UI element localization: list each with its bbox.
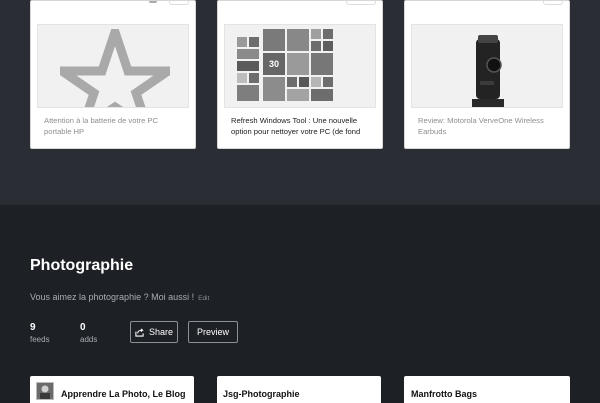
photographer-image — [37, 383, 53, 399]
article-title[interactable]: Refresh Windows Tool : Une nouvelle opti… — [231, 116, 371, 137]
article-card[interactable]: Attention à la batterie de votre PC port… — [30, 0, 196, 149]
feed-avatar — [36, 382, 54, 400]
preview-label: Preview — [196, 327, 229, 337]
share-icon — [135, 327, 144, 337]
earbud-image — [472, 35, 504, 107]
preview-button[interactable]: Preview — [188, 321, 238, 343]
feed-title[interactable]: Manfrotto Bags — [411, 389, 477, 399]
calendar-tile: 30 — [263, 53, 285, 75]
star-icon — [60, 29, 170, 107]
edit-link[interactable]: Edit — [198, 295, 209, 302]
feeds-count: 9 feeds — [30, 322, 50, 344]
adds-count: 0 adds — [80, 322, 97, 344]
adds-count-value: 0 — [80, 322, 86, 333]
category-description-text: Vous aimez la photographie ? Moi aussi ! — [30, 292, 195, 302]
articles-section: Attention à la batterie de votre PC port… — [0, 0, 600, 205]
article-title[interactable]: Attention à la batterie de votre PC port… — [44, 116, 184, 137]
category-description: Vous aimez la photographie ? Moi aussi !… — [30, 292, 209, 302]
share-button[interactable]: Share — [130, 321, 178, 343]
article-thumbnail[interactable] — [37, 24, 189, 108]
article-card[interactable]: 30 Refresh Windows Tool : Une nouvelle o… — [217, 0, 383, 149]
article-card[interactable]: Review: Motorola VerveOne Wireless Earbu… — [404, 0, 570, 149]
feed-title[interactable]: Apprendre La Photo, Le Blog — [61, 389, 186, 399]
category-title: Photographie — [30, 257, 134, 274]
article-thumbnail[interactable]: 30 — [224, 24, 376, 108]
share-label: Share — [148, 327, 174, 337]
adds-count-label: adds — [80, 335, 98, 344]
feed-card[interactable]: Apprendre La Photo, Le Blog — [30, 376, 194, 403]
feeds-count-label: feeds — [30, 335, 50, 344]
feeds-count-value: 9 — [30, 322, 36, 333]
feed-card[interactable]: Manfrotto Bags — [404, 376, 570, 403]
feed-title[interactable]: Jsg-Photographie — [223, 389, 300, 399]
article-title[interactable]: Review: Motorola VerveOne Wireless Earbu… — [418, 116, 558, 137]
feed-card[interactable]: Jsg-Photographie — [217, 376, 381, 403]
article-thumbnail[interactable] — [411, 24, 563, 108]
